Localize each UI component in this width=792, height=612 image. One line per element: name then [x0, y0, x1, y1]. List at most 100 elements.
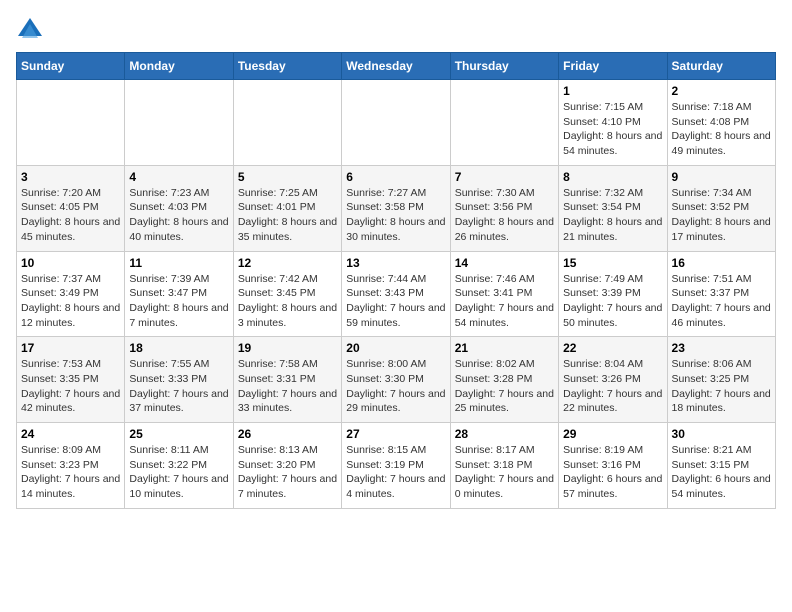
calendar-week-row: 3 Sunrise: 7:20 AMSunset: 4:05 PMDaylight…	[17, 165, 776, 251]
day-number: 26	[238, 427, 337, 441]
table-row: 24 Sunrise: 8:09 AMSunset: 3:23 PMDayligh…	[17, 423, 125, 509]
day-info: Sunrise: 7:49 AMSunset: 3:39 PMDaylight:…	[563, 272, 662, 331]
day-info: Sunrise: 7:23 AMSunset: 4:03 PMDaylight:…	[129, 186, 228, 245]
day-number: 3	[21, 170, 120, 184]
day-info: Sunrise: 7:34 AMSunset: 3:52 PMDaylight:…	[672, 186, 771, 245]
day-info: Sunrise: 8:00 AMSunset: 3:30 PMDaylight:…	[346, 357, 445, 416]
calendar-week-row: 24 Sunrise: 8:09 AMSunset: 3:23 PMDayligh…	[17, 423, 776, 509]
table-row: 8 Sunrise: 7:32 AMSunset: 3:54 PMDaylight…	[559, 165, 667, 251]
table-row: 5 Sunrise: 7:25 AMSunset: 4:01 PMDaylight…	[233, 165, 341, 251]
table-row	[17, 80, 125, 166]
calendar-week-row: 1 Sunrise: 7:15 AMSunset: 4:10 PMDaylight…	[17, 80, 776, 166]
day-number: 5	[238, 170, 337, 184]
table-row: 13 Sunrise: 7:44 AMSunset: 3:43 PMDayligh…	[342, 251, 450, 337]
day-info: Sunrise: 7:46 AMSunset: 3:41 PMDaylight:…	[455, 272, 554, 331]
day-number: 18	[129, 341, 228, 355]
day-info: Sunrise: 8:02 AMSunset: 3:28 PMDaylight:…	[455, 357, 554, 416]
day-number: 8	[563, 170, 662, 184]
table-row: 6Sunrise: 7:27 AMSunset: 3:58 PMDaylight…	[342, 165, 450, 251]
table-row: 10 Sunrise: 7:37 AMSunset: 3:49 PMDayligh…	[17, 251, 125, 337]
day-info: Sunrise: 7:44 AMSunset: 3:43 PMDaylight:…	[346, 272, 445, 331]
table-row: 11 Sunrise: 7:39 AMSunset: 3:47 PMDayligh…	[125, 251, 233, 337]
table-row: 20 Sunrise: 8:00 AMSunset: 3:30 PMDayligh…	[342, 337, 450, 423]
table-row: 23Sunrise: 8:06 AMSunset: 3:25 PMDayligh…	[667, 337, 775, 423]
col-saturday: Saturday	[667, 53, 775, 80]
day-info: Sunrise: 8:11 AMSunset: 3:22 PMDaylight:…	[129, 443, 228, 502]
day-number: 13	[346, 256, 445, 270]
table-row: 17 Sunrise: 7:53 AMSunset: 3:35 PMDayligh…	[17, 337, 125, 423]
day-number: 7	[455, 170, 554, 184]
day-info: Sunrise: 7:39 AMSunset: 3:47 PMDaylight:…	[129, 272, 228, 331]
day-info: Sunrise: 7:20 AMSunset: 4:05 PMDaylight:…	[21, 186, 120, 245]
table-row: 22 Sunrise: 8:04 AMSunset: 3:26 PMDayligh…	[559, 337, 667, 423]
table-row: 29Sunrise: 8:19 AMSunset: 3:16 PMDayligh…	[559, 423, 667, 509]
day-info: Sunrise: 8:04 AMSunset: 3:26 PMDaylight:…	[563, 357, 662, 416]
table-row: 9Sunrise: 7:34 AMSunset: 3:52 PMDaylight…	[667, 165, 775, 251]
day-number: 30	[672, 427, 771, 441]
day-number: 23	[672, 341, 771, 355]
table-row: 16 Sunrise: 7:51 AMSunset: 3:37 PMDayligh…	[667, 251, 775, 337]
day-number: 2	[672, 84, 771, 98]
table-row: 14 Sunrise: 7:46 AMSunset: 3:41 PMDayligh…	[450, 251, 558, 337]
day-info: Sunrise: 8:13 AMSunset: 3:20 PMDaylight:…	[238, 443, 337, 502]
table-row: 7 Sunrise: 7:30 AMSunset: 3:56 PMDaylight…	[450, 165, 558, 251]
day-number: 16	[672, 256, 771, 270]
day-number: 11	[129, 256, 228, 270]
day-info: Sunrise: 7:32 AMSunset: 3:54 PMDaylight:…	[563, 186, 662, 245]
day-number: 22	[563, 341, 662, 355]
table-row: 2 Sunrise: 7:18 AMSunset: 4:08 PMDaylight…	[667, 80, 775, 166]
col-thursday: Thursday	[450, 53, 558, 80]
logo-icon	[16, 16, 44, 44]
col-sunday: Sunday	[17, 53, 125, 80]
calendar-week-row: 10 Sunrise: 7:37 AMSunset: 3:49 PMDayligh…	[17, 251, 776, 337]
day-info: Sunrise: 7:53 AMSunset: 3:35 PMDaylight:…	[21, 357, 120, 416]
table-row	[450, 80, 558, 166]
day-number: 10	[21, 256, 120, 270]
day-info: Sunrise: 7:15 AMSunset: 4:10 PMDaylight:…	[563, 100, 662, 159]
day-number: 21	[455, 341, 554, 355]
table-row	[233, 80, 341, 166]
table-row: 18 Sunrise: 7:55 AMSunset: 3:33 PMDayligh…	[125, 337, 233, 423]
table-row: 25 Sunrise: 8:11 AMSunset: 3:22 PMDayligh…	[125, 423, 233, 509]
day-number: 4	[129, 170, 228, 184]
day-number: 25	[129, 427, 228, 441]
day-number: 1	[563, 84, 662, 98]
day-info: Sunrise: 7:18 AMSunset: 4:08 PMDaylight:…	[672, 100, 771, 159]
logo	[16, 16, 48, 44]
table-row: 3 Sunrise: 7:20 AMSunset: 4:05 PMDaylight…	[17, 165, 125, 251]
col-tuesday: Tuesday	[233, 53, 341, 80]
calendar-table: Sunday Monday Tuesday Wednesday Thursday…	[16, 52, 776, 509]
day-info: Sunrise: 7:37 AMSunset: 3:49 PMDaylight:…	[21, 272, 120, 331]
table-row: 1 Sunrise: 7:15 AMSunset: 4:10 PMDaylight…	[559, 80, 667, 166]
day-number: 20	[346, 341, 445, 355]
table-row: 12Sunrise: 7:42 AMSunset: 3:45 PMDayligh…	[233, 251, 341, 337]
day-number: 17	[21, 341, 120, 355]
day-info: Sunrise: 7:30 AMSunset: 3:56 PMDaylight:…	[455, 186, 554, 245]
page-header	[16, 16, 776, 44]
day-number: 14	[455, 256, 554, 270]
table-row: 28 Sunrise: 8:17 AMSunset: 3:18 PMDayligh…	[450, 423, 558, 509]
table-row: 4 Sunrise: 7:23 AMSunset: 4:03 PMDaylight…	[125, 165, 233, 251]
day-info: Sunrise: 8:21 AMSunset: 3:15 PMDaylight:…	[672, 443, 771, 502]
table-row: 21 Sunrise: 8:02 AMSunset: 3:28 PMDayligh…	[450, 337, 558, 423]
col-friday: Friday	[559, 53, 667, 80]
day-number: 15	[563, 256, 662, 270]
day-info: Sunrise: 7:55 AMSunset: 3:33 PMDaylight:…	[129, 357, 228, 416]
day-number: 27	[346, 427, 445, 441]
calendar-week-row: 17 Sunrise: 7:53 AMSunset: 3:35 PMDayligh…	[17, 337, 776, 423]
day-number: 29	[563, 427, 662, 441]
day-info: Sunrise: 7:27 AMSunset: 3:58 PMDaylight:…	[346, 186, 445, 245]
table-row: 26 Sunrise: 8:13 AMSunset: 3:20 PMDayligh…	[233, 423, 341, 509]
table-row	[342, 80, 450, 166]
day-number: 19	[238, 341, 337, 355]
table-row: 19 Sunrise: 7:58 AMSunset: 3:31 PMDayligh…	[233, 337, 341, 423]
day-info: Sunrise: 8:09 AMSunset: 3:23 PMDaylight:…	[21, 443, 120, 502]
day-info: Sunrise: 7:58 AMSunset: 3:31 PMDaylight:…	[238, 357, 337, 416]
day-number: 28	[455, 427, 554, 441]
table-row: 30 Sunrise: 8:21 AMSunset: 3:15 PMDayligh…	[667, 423, 775, 509]
day-info: Sunrise: 8:17 AMSunset: 3:18 PMDaylight:…	[455, 443, 554, 502]
day-number: 12	[238, 256, 337, 270]
day-info: Sunrise: 7:51 AMSunset: 3:37 PMDaylight:…	[672, 272, 771, 331]
day-number: 24	[21, 427, 120, 441]
day-info: Sunrise: 7:25 AMSunset: 4:01 PMDaylight:…	[238, 186, 337, 245]
